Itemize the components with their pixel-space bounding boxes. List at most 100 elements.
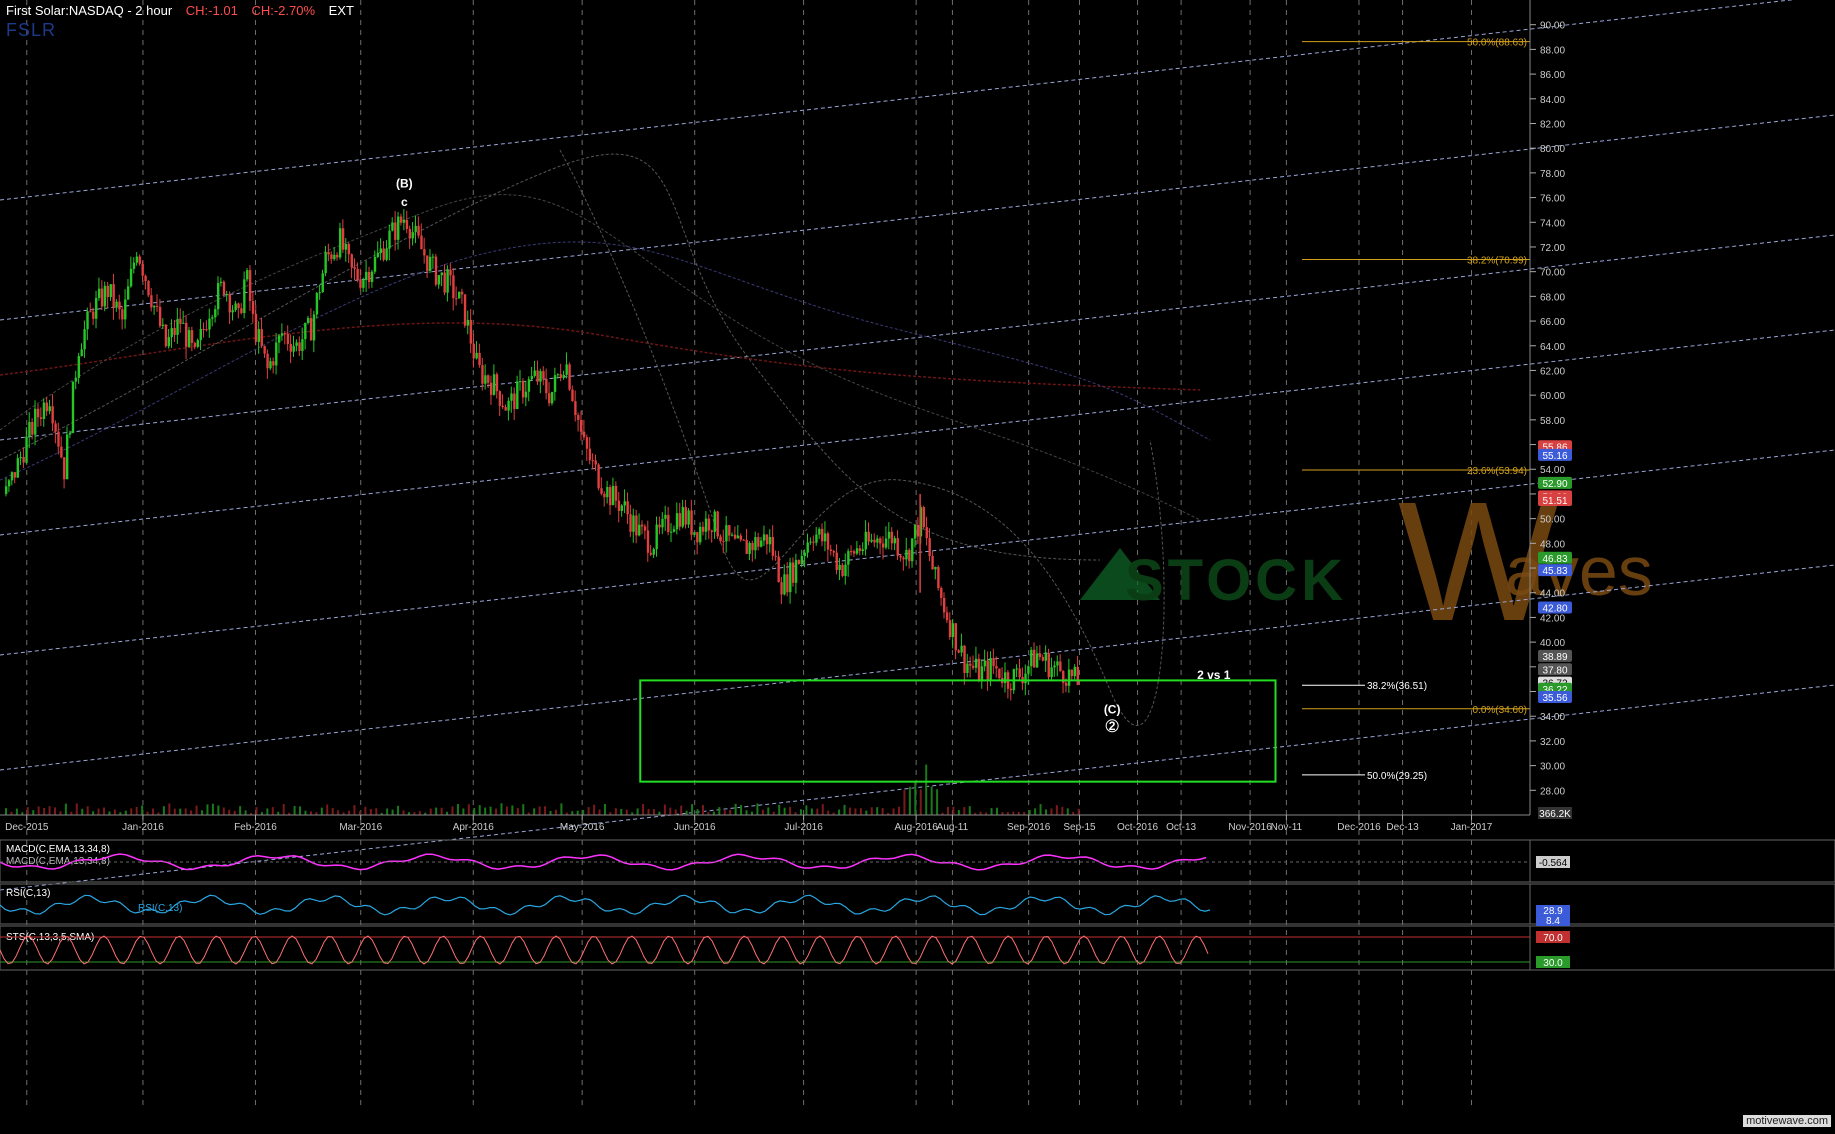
candle-body <box>513 393 516 409</box>
candle-body <box>972 665 975 668</box>
price-chart[interactable]: STOCK Waves 50.0%(88.63)38.2%(70.99)23.6%… <box>0 0 1835 1129</box>
candle-body <box>254 313 258 342</box>
volume-bar <box>5 808 7 815</box>
fib-label-2: 23.6%(53.94) <box>1467 466 1527 477</box>
volume-bar <box>418 811 421 815</box>
volume-bar <box>897 806 900 815</box>
candle-body <box>92 311 95 319</box>
volume-bar <box>456 803 459 815</box>
volume-bar <box>59 811 62 815</box>
candle-body <box>54 423 57 432</box>
candle-body <box>97 288 101 298</box>
volume-bar <box>593 804 596 815</box>
candle-body <box>916 524 920 537</box>
candle-body <box>292 345 295 352</box>
candle-body <box>7 480 11 487</box>
candle-body <box>231 310 234 313</box>
candle-body <box>672 529 676 532</box>
candle-body <box>992 658 995 666</box>
volume-bar <box>968 806 971 815</box>
candle-body <box>214 309 217 318</box>
candle-body <box>847 551 850 565</box>
candle-body <box>1024 673 1027 684</box>
volume-bar <box>364 806 367 815</box>
candle-body <box>452 275 455 299</box>
candle-body <box>640 524 644 527</box>
volume-bar <box>843 804 846 815</box>
candle-body <box>858 548 862 552</box>
candle-body <box>1073 666 1077 677</box>
candle-body <box>536 370 539 382</box>
candle-body <box>556 374 560 376</box>
candle-body <box>275 342 278 366</box>
symbol-title[interactable]: First Solar:NASDAQ - 2 hour <box>6 3 172 18</box>
rsi-value: 8.4 <box>1546 916 1560 927</box>
candle-body <box>443 272 446 293</box>
time-label: Oct-2016 <box>1117 822 1159 833</box>
candle-body <box>83 329 86 350</box>
candle-body <box>379 248 383 253</box>
time-label: Jan-2016 <box>122 822 164 833</box>
candle-body <box>911 538 914 562</box>
candle-body <box>998 668 1001 679</box>
candle-body <box>797 560 801 564</box>
volume-bar <box>554 809 557 815</box>
candle-body <box>638 524 641 536</box>
candle-body <box>399 216 403 223</box>
candle-body <box>25 436 28 463</box>
volume-bar <box>255 807 258 815</box>
candle-body <box>1053 665 1056 668</box>
volume-bar <box>326 804 329 815</box>
candle-body <box>205 329 208 331</box>
candle-body <box>333 254 336 260</box>
candle-body <box>246 270 249 280</box>
candle-body <box>95 297 98 319</box>
candle-body <box>940 588 943 598</box>
candle-body <box>687 510 690 525</box>
candle-body <box>899 555 902 558</box>
candle-body <box>774 555 777 557</box>
candle-body <box>89 311 92 313</box>
candle-body <box>121 309 124 320</box>
volume-bar <box>489 806 492 815</box>
candle-body <box>1067 669 1071 686</box>
volume-bar <box>712 811 715 815</box>
rsi-label: RSI(C,13) <box>6 888 50 899</box>
volume-bar <box>908 786 911 815</box>
candle-body <box>86 311 89 330</box>
candle-body <box>48 406 51 412</box>
candle-body <box>385 248 388 260</box>
price-tick-label: 84.00 <box>1540 95 1565 106</box>
candle-body <box>789 562 792 593</box>
candle-body <box>222 281 226 295</box>
candle-body <box>574 401 577 416</box>
chart-header: First Solar:NASDAQ - 2 hour CH:-1.01 CH:… <box>6 3 354 18</box>
candle-body <box>983 660 987 667</box>
candle-body <box>428 256 432 271</box>
candle-body <box>1038 653 1042 658</box>
volume-bar <box>767 807 770 815</box>
volume-bar <box>919 789 922 815</box>
candle-body <box>751 542 754 551</box>
candle-body <box>423 249 426 256</box>
volume-bar <box>1061 806 1064 815</box>
volume-bar <box>222 807 225 815</box>
volume-bar <box>26 807 29 815</box>
candle-body <box>304 322 307 340</box>
candle-body <box>707 518 711 531</box>
candle-body <box>670 531 673 533</box>
candle-body <box>36 408 40 418</box>
candle-body <box>887 531 891 539</box>
volume-bar <box>217 805 220 815</box>
candle-body <box>771 537 775 556</box>
candle-body <box>39 417 43 419</box>
session-tag: EXT <box>328 3 354 18</box>
macd-panel <box>0 839 1531 883</box>
volume-bar <box>206 804 209 815</box>
candle-body <box>286 334 290 344</box>
candle-body <box>768 537 772 545</box>
candle-body <box>469 319 473 344</box>
candle-body <box>675 513 679 530</box>
candle-body <box>742 539 746 541</box>
candle-body <box>507 400 510 411</box>
